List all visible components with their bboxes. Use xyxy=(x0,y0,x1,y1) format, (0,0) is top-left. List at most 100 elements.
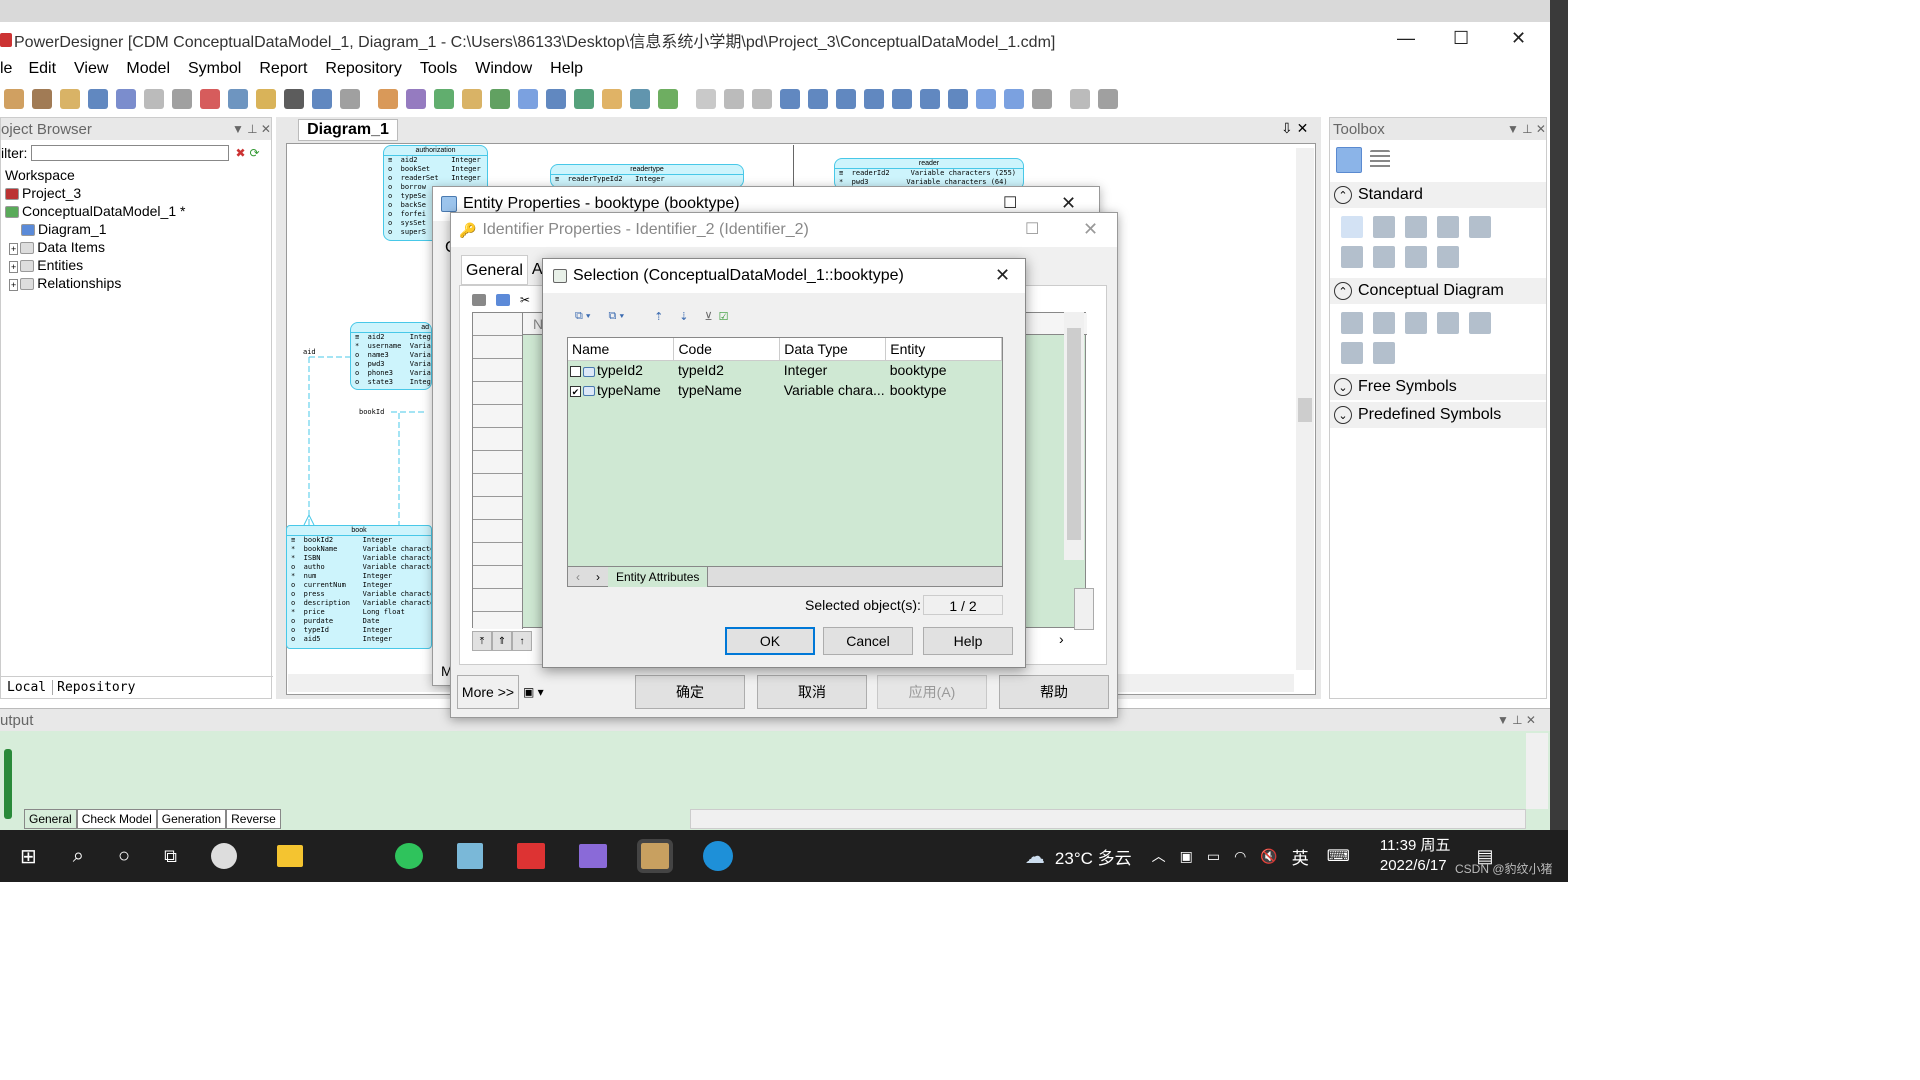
output-tab-reverse[interactable]: Reverse xyxy=(226,809,281,829)
column-header[interactable]: Entity xyxy=(885,338,1002,361)
toolbox-section-header[interactable]: ⌃ Conceptual Diagram xyxy=(1330,278,1546,304)
check-filter-icon[interactable]: ☑ xyxy=(719,310,729,323)
cortana-icon[interactable]: ○ xyxy=(118,845,130,868)
redo-icon[interactable] xyxy=(340,89,360,109)
windows-start-icon[interactable]: ⊞ xyxy=(20,844,37,869)
tab-diagram-1[interactable]: Diagram_1 xyxy=(298,119,398,141)
refresh-icon[interactable]: ⟳ xyxy=(250,146,260,160)
tree-item[interactable]: ConceptualDataModel_1 * xyxy=(5,202,271,220)
search-icon[interactable]: ⌕ xyxy=(73,845,84,868)
deselect-all-icon[interactable]: ⧉ ▾ xyxy=(609,310,625,323)
text-icon[interactable] xyxy=(724,89,744,109)
zoom-icon[interactable] xyxy=(1004,89,1024,109)
relationship-tool-icon[interactable] xyxy=(1405,312,1427,334)
panel-pin-icon[interactable]: ▼ ⊥ ✕ xyxy=(1507,122,1546,136)
grid-icon[interactable] xyxy=(1070,89,1090,109)
collapse-icon[interactable]: ⌃ xyxy=(1334,186,1352,204)
forward-icon[interactable] xyxy=(808,89,828,109)
package-tool-icon[interactable] xyxy=(1341,312,1363,334)
maximize-button[interactable]: ☐ xyxy=(1453,28,1469,49)
table-row[interactable]: ✔ typeName typeName Variable chara... bookty… xyxy=(568,380,1002,400)
wechat-icon[interactable] xyxy=(394,843,423,869)
column-header[interactable]: Data Type xyxy=(779,338,887,361)
menu-window[interactable]: Window xyxy=(475,60,532,78)
rectangle-icon[interactable] xyxy=(602,89,622,109)
view-icon[interactable] xyxy=(1032,89,1052,109)
table-row[interactable]: typeId2 typeId2 Integer booktype xyxy=(568,360,1002,380)
entity-tool-icon[interactable] xyxy=(1373,312,1395,334)
tree-item[interactable]: + Entities xyxy=(5,256,271,274)
menu-view[interactable]: View xyxy=(74,60,108,78)
image-app-icon[interactable] xyxy=(578,844,607,868)
tray-chevron-icon[interactable]: ︿ xyxy=(1152,846,1166,866)
zoom-in-tool-icon[interactable] xyxy=(1405,216,1427,238)
output-tab-check-model[interactable]: Check Model xyxy=(76,809,157,829)
cancel-button[interactable]: Cancel xyxy=(823,627,913,655)
diagram-vscroll-thumb[interactable] xyxy=(1298,398,1312,422)
expand-icon[interactable]: + xyxy=(9,279,19,291)
zoom-fit-tool-icon[interactable] xyxy=(1469,216,1491,238)
check-icon[interactable] xyxy=(406,89,426,109)
tab-repository[interactable]: Repository xyxy=(53,680,135,695)
open-project-icon[interactable] xyxy=(32,89,52,109)
clock[interactable]: 11:39 周五 2022/6/17 xyxy=(1380,836,1451,876)
menu-tools[interactable]: Tools xyxy=(420,60,457,78)
association-link-tool-icon[interactable] xyxy=(1341,342,1363,364)
link-tool-icon[interactable] xyxy=(1437,246,1459,268)
row-checkbox[interactable] xyxy=(570,366,581,378)
filter-input[interactable] xyxy=(31,145,230,161)
delete-icon[interactable] xyxy=(284,89,304,109)
diagram-vscroll[interactable] xyxy=(1296,148,1314,670)
list-view-icon[interactable] xyxy=(1370,150,1390,170)
collapse-icon[interactable]: ⌄ xyxy=(1334,378,1352,396)
close-button[interactable]: ✕ xyxy=(1083,219,1098,240)
file-explorer-icon[interactable] xyxy=(276,845,303,867)
menu-repository[interactable]: Repository xyxy=(325,60,401,78)
keyboard-icon[interactable]: ⌨ xyxy=(1327,846,1350,866)
ok-button[interactable]: OK xyxy=(725,627,815,655)
format-icon[interactable] xyxy=(630,89,650,109)
toolbox-section-header[interactable]: ⌄ Predefined Symbols xyxy=(1330,402,1546,428)
toolbox-section-header[interactable]: ⌃ Standard xyxy=(1330,182,1546,208)
grid-view-icon[interactable] xyxy=(1336,147,1362,173)
tree-item[interactable]: Workspace xyxy=(5,166,271,184)
close-button[interactable]: ✕ xyxy=(1061,193,1076,214)
link-icon[interactable] xyxy=(696,89,716,109)
help-button[interactable]: Help xyxy=(923,627,1013,655)
output-tab-generation[interactable]: Generation xyxy=(156,809,227,829)
tree-item[interactable]: Diagram_1 xyxy=(5,220,271,238)
output-vscroll[interactable] xyxy=(1526,733,1548,809)
back-icon[interactable] xyxy=(780,89,800,109)
properties-icon[interactable] xyxy=(472,294,486,306)
wps-icon[interactable] xyxy=(516,843,545,869)
tray-app-icon[interactable]: ▣ xyxy=(1180,848,1193,865)
entity-readertype[interactable]: readertype ≡ readerTypeId2 Integer xyxy=(550,164,744,188)
grid-vscroll[interactable] xyxy=(1064,312,1084,560)
edge-icon[interactable] xyxy=(702,841,733,871)
hand-tool-icon[interactable] xyxy=(1373,216,1395,238)
toolbox-section-header[interactable]: ⌄ Free Symbols xyxy=(1330,374,1546,400)
menu-symbol[interactable]: Symbol xyxy=(188,60,241,78)
cancel-button[interactable]: 取消 xyxy=(757,675,867,709)
panel-pin-icon[interactable]: ▼ ⊥ ✕ xyxy=(1497,713,1536,727)
model-4-icon[interactable] xyxy=(920,89,940,109)
print-icon[interactable]: ▣ ▾ xyxy=(523,685,544,699)
row-checkbox[interactable]: ✔ xyxy=(570,385,581,397)
pen-icon[interactable] xyxy=(658,89,678,109)
powerdesigner-taskbar-icon[interactable] xyxy=(636,839,673,873)
move-up-button[interactable]: ↑ xyxy=(512,631,532,651)
properties-icon[interactable] xyxy=(378,89,398,109)
model-6-icon[interactable] xyxy=(976,89,996,109)
inheritance-tool-icon[interactable] xyxy=(1437,312,1459,334)
save-all-icon[interactable] xyxy=(116,89,136,109)
wifi-icon[interactable]: ◠ xyxy=(1234,848,1246,865)
selection-list[interactable]: Name Code Data Type Entity typeId2 typeId2 Int… xyxy=(567,337,1003,587)
model-3-icon[interactable] xyxy=(892,89,912,109)
tab-menu-icon[interactable]: ⇩ ✕ xyxy=(1281,120,1308,137)
browse-icon[interactable] xyxy=(490,89,510,109)
close-button[interactable]: ✕ xyxy=(995,265,1010,286)
cut-icon[interactable]: ✂ xyxy=(520,293,530,307)
image-icon[interactable] xyxy=(574,89,594,109)
maximize-button[interactable]: ☐ xyxy=(1003,193,1017,213)
menu-help[interactable]: Help xyxy=(550,60,583,78)
